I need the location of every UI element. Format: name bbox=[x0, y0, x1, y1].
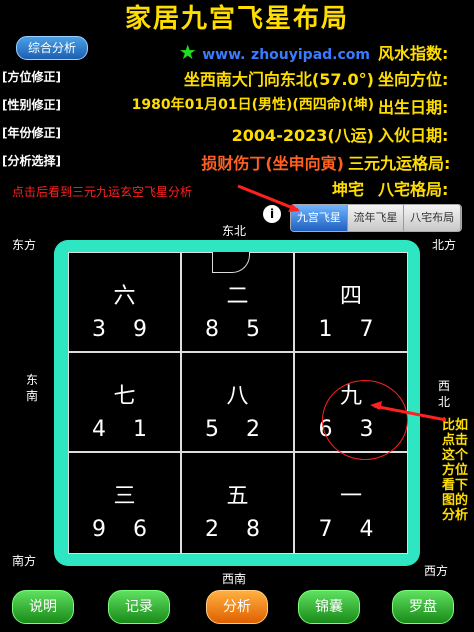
arrow-to-tab bbox=[237, 184, 299, 212]
arrow-head bbox=[370, 401, 382, 410]
arrow-to-cell bbox=[373, 404, 447, 422]
compass-button[interactable]: 罗盘 bbox=[392, 590, 454, 624]
tips-button[interactable]: 锦囊 bbox=[298, 590, 360, 624]
annotation-arrows bbox=[237, 184, 447, 422]
record-button[interactable]: 记录 bbox=[108, 590, 170, 624]
analyze-button[interactable]: 分析 bbox=[206, 590, 268, 624]
instructions-button[interactable]: 说明 bbox=[12, 590, 74, 624]
